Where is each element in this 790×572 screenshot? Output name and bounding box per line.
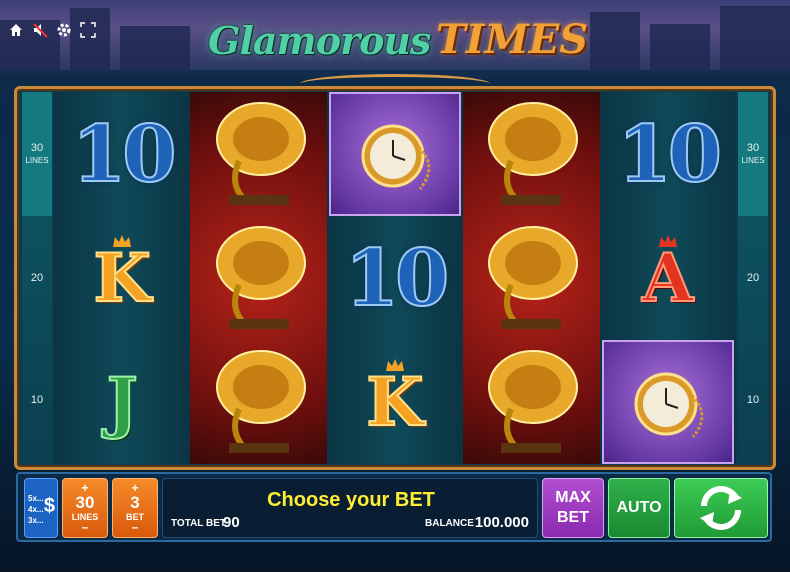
lines-minus-button[interactable]: – <box>82 521 89 533</box>
line-indicator-right: 30 LINES 20 10 <box>738 92 768 464</box>
line-label-30-right: 30 <box>746 142 760 154</box>
logo-text-glamorous: Glamorous <box>208 18 431 63</box>
autoplay-button[interactable]: AUTO <box>608 478 670 538</box>
total-bet-label: TOTAL BET <box>171 518 226 529</box>
reel-3: 10 K <box>326 92 464 464</box>
bet-value: 3 <box>130 493 140 512</box>
top-toolbar <box>8 22 96 38</box>
spin-arrows-icon <box>700 486 742 530</box>
pocket-watch-icon <box>361 124 431 190</box>
line-label-20-right: 20 <box>746 272 760 284</box>
bet-minus-button[interactable]: – <box>132 521 139 533</box>
symbol-gramophone <box>190 340 326 464</box>
lines-stepper[interactable]: + 30 LINES – <box>62 478 108 538</box>
line-label-30-left: 30 <box>30 142 44 154</box>
line-sublabel-right: LINES <box>741 156 765 165</box>
symbol-king: K <box>54 216 190 340</box>
logo-text-times: TIMES <box>436 16 589 63</box>
total-bet-value: 90 <box>223 514 240 531</box>
gramophone-icon <box>488 102 579 205</box>
home-icon[interactable] <box>8 22 24 38</box>
symbol-jack: J <box>106 362 139 442</box>
paytable-line-5x: 5x... <box>28 494 44 503</box>
paytable-line-4x: 4x... <box>28 505 44 514</box>
reel-2 <box>190 92 327 464</box>
paytable-line-3x: 3x... <box>28 516 44 525</box>
line-label-10-right: 10 <box>746 394 760 406</box>
sound-muted-icon[interactable] <box>32 22 48 38</box>
symbol-ten: 10 <box>344 232 451 325</box>
max-bet-label-line1: MAX <box>555 489 591 506</box>
symbol-gramophone <box>463 92 599 216</box>
line-label-20-left: 20 <box>30 272 44 284</box>
settings-icon[interactable] <box>56 22 72 38</box>
line-indicator-left: 30 LINES 20 10 <box>22 92 52 464</box>
reel-1: 10 K J <box>54 92 191 464</box>
game-logo: Glamorous TIMES <box>208 12 588 72</box>
status-message: Choose your BET <box>267 489 435 511</box>
symbol-ten: 10 <box>616 108 723 201</box>
max-bet-label-line2: BET <box>557 509 589 526</box>
autoplay-label: AUTO <box>616 499 662 516</box>
reels-grid: 10 K J 10 K 10 A <box>54 92 736 464</box>
gramophone-icon <box>488 350 579 453</box>
bet-stepper[interactable]: + 3 BET – <box>112 478 158 538</box>
spin-button[interactable] <box>674 478 768 538</box>
symbol-king: K <box>327 340 463 464</box>
gramophone-icon <box>215 226 306 329</box>
line-label-10-left: 10 <box>30 394 44 406</box>
symbol-gramophone <box>463 216 599 340</box>
gramophone-icon <box>488 226 579 329</box>
reel-5: 10 A <box>599 92 736 464</box>
reel-4 <box>463 92 600 464</box>
fullscreen-icon[interactable] <box>80 22 96 38</box>
dollar-icon: $ <box>43 495 55 517</box>
pocket-watch-icon <box>634 372 703 438</box>
symbol-pocket-watch <box>328 92 462 216</box>
symbol-gramophone <box>190 92 326 216</box>
symbol-gramophone <box>190 216 326 340</box>
max-bet-button[interactable]: MAX BET <box>542 478 604 538</box>
paytable-button[interactable]: 5x... 4x... 3x... $ <box>24 478 58 538</box>
balance-label: BALANCE <box>425 518 474 529</box>
gramophone-icon <box>215 350 306 453</box>
control-bar: 5x... 4x... 3x... $ + 30 LINES – + 3 BET… <box>16 472 772 542</box>
lines-value: 30 <box>75 493 95 512</box>
gramophone-icon <box>215 102 306 205</box>
symbol-ten: 10 <box>71 108 178 201</box>
symbol-pocket-watch <box>601 340 734 464</box>
balance-value: 100.000 <box>474 514 529 531</box>
info-panel: Choose your BET TOTAL BET 90 BALANCE 100… <box>162 478 538 538</box>
symbol-gramophone <box>463 340 599 464</box>
symbol-ace: A <box>600 216 736 340</box>
line-sublabel-left: LINES <box>25 156 49 165</box>
